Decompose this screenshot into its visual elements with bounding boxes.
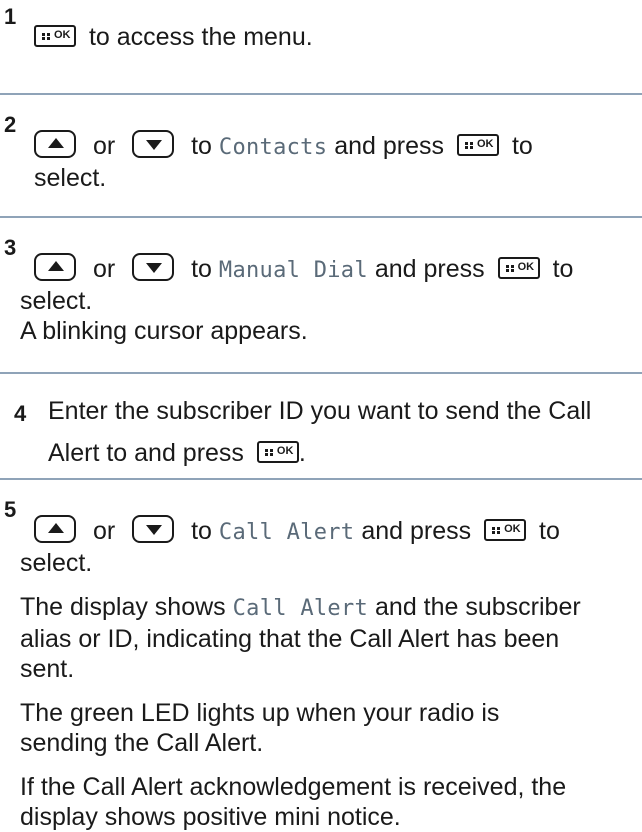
step-text: to access the menu. (88, 23, 313, 51)
or-text: or (92, 132, 116, 160)
up-arrow-button-icon (34, 130, 76, 158)
step-number: 5 (4, 497, 17, 522)
to-text: to (191, 517, 212, 545)
to-text: to (552, 255, 574, 283)
and-press-text: and press (334, 132, 445, 160)
and-press-text: and press (374, 255, 485, 283)
led-result: The green LED lights up when your radio … (20, 699, 500, 757)
step-3: 3 or to Manual Dial and press OK to sele… (0, 217, 642, 346)
menu-item-contacts: Contacts (218, 135, 328, 160)
menu-ok-button-icon: OK (34, 25, 76, 47)
to-text: to (191, 132, 212, 160)
step-5: 5 or to Call Alert and press OK to selec… (0, 479, 642, 832)
to-text: to (539, 517, 560, 545)
step-number: 3 (4, 235, 17, 260)
period: . (298, 439, 306, 467)
and-press-text: and press (361, 517, 472, 545)
step-text: Enter the subscriber ID you want to send… (48, 397, 592, 425)
menu-ok-button-icon: OK (256, 441, 299, 463)
menu-item-call-alert: Call Alert (232, 596, 369, 621)
menu-ok-button-icon: OK (484, 519, 527, 541)
to-text: to (191, 255, 212, 283)
step-number: 1 (4, 4, 17, 29)
menu-ok-button-icon: OK (456, 134, 499, 156)
menu-item-call-alert: Call Alert (218, 520, 355, 545)
to-text: to (511, 132, 533, 160)
menu-ok-button-icon: OK (497, 257, 540, 279)
step-text: select. (34, 164, 107, 192)
step-text: select. (20, 549, 93, 577)
step-number: 4 (14, 401, 27, 426)
up-arrow-button-icon (34, 515, 76, 543)
step-number: 2 (4, 112, 17, 137)
or-text: or (92, 255, 116, 283)
or-text: or (92, 517, 116, 545)
up-arrow-button-icon (34, 253, 76, 281)
step-1: 1 OK to access the menu. (0, 0, 642, 52)
ack-result: If the Call Alert acknowledgement is rec… (20, 773, 567, 831)
down-arrow-button-icon (132, 515, 175, 543)
menu-item-manual-dial: Manual Dial (218, 258, 368, 283)
down-arrow-button-icon (132, 130, 175, 158)
step-result: A blinking cursor appears. (20, 317, 308, 345)
step-text: Alert to and press (48, 439, 244, 467)
down-arrow-button-icon (132, 253, 175, 281)
display-result: The display shows Call Alert and the sub… (20, 593, 581, 683)
step-4: 4 Enter the subscriber ID you want to se… (0, 373, 642, 468)
step-2: 2 or to Contacts and press OK to select. (0, 94, 642, 193)
step-text: select. (20, 287, 93, 315)
